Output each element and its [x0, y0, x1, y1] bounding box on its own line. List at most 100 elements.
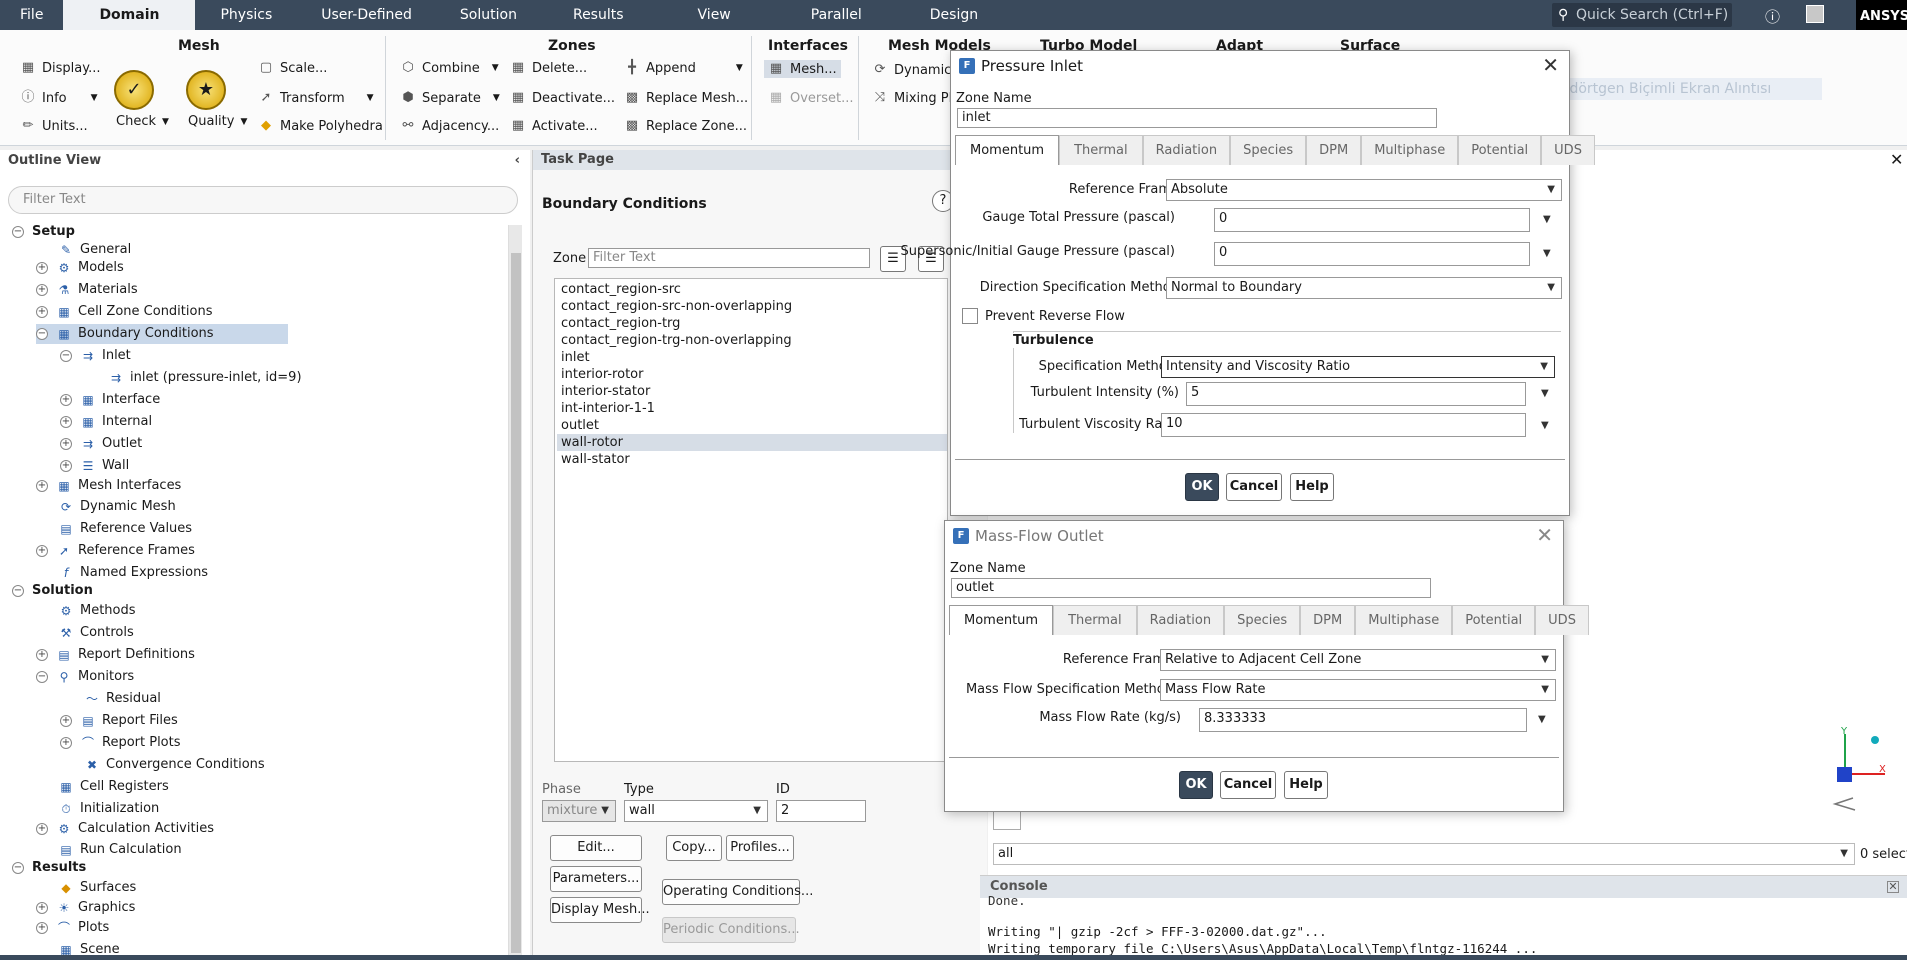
tree-models[interactable]: + ⚙ Models	[36, 258, 124, 278]
tree-inlet-child[interactable]: ⇉ inlet (pressure-inlet, id=9)	[108, 368, 302, 388]
expand-icon[interactable]: +	[36, 306, 48, 318]
replace-mesh-button[interactable]: ▩ Replace Mesh...	[624, 90, 748, 106]
close-icon[interactable]: ✕	[1890, 150, 1903, 169]
list-item[interactable]: contact_region-src	[557, 281, 947, 298]
delete-button[interactable]: ▦ Delete...	[510, 60, 587, 76]
tab-uds[interactable]: UDS	[1535, 605, 1589, 635]
quality-icon[interactable]: ★	[186, 70, 226, 110]
list-item[interactable]: contact_region-trg	[557, 315, 947, 332]
tree-reference-values[interactable]: ▤ Reference Values	[58, 519, 192, 539]
make-polyhedra-button[interactable]: ◆ Make Polyhedra	[258, 118, 383, 134]
scale-button[interactable]: ▢ Scale...	[258, 60, 328, 76]
chevron-down-icon[interactable]: ▼	[1541, 388, 1549, 399]
tab-results[interactable]: Results	[541, 0, 656, 30]
tab-potential[interactable]: Potential	[1452, 605, 1536, 635]
tree-materials[interactable]: + ⚗ Materials	[36, 280, 138, 300]
tree-report-files[interactable]: + ▤ Report Files	[60, 711, 178, 731]
tab-solution[interactable]: Solution	[436, 0, 541, 30]
expand-icon[interactable]: +	[36, 262, 48, 274]
expand-icon[interactable]: +	[36, 545, 48, 557]
tree-dynamic-mesh[interactable]: ⟳ Dynamic Mesh	[58, 497, 176, 517]
reference-frame-select[interactable]: Relative to Adjacent Cell Zone ▼	[1160, 649, 1556, 671]
tab-uds[interactable]: UDS	[1541, 135, 1595, 165]
expand-icon[interactable]: +	[60, 460, 72, 472]
surface-select[interactable]: all ▼	[993, 843, 1855, 865]
list-item[interactable]: int-interior-1-1	[557, 400, 947, 417]
turbulent-viscosity-field[interactable]: 10	[1161, 413, 1526, 437]
cancel-button[interactable]: Cancel	[1220, 771, 1276, 799]
combine-button[interactable]: ⬡ Combine ▼	[400, 60, 498, 76]
close-icon[interactable]: ✕	[1542, 55, 1559, 75]
tree-outlet[interactable]: + ⇉ Outlet	[60, 434, 142, 454]
tab-domain[interactable]: Domain	[63, 0, 196, 30]
tree-interface[interactable]: + ▦ Interface	[60, 390, 160, 410]
tab-species[interactable]: Species	[1224, 605, 1301, 635]
expand-icon[interactable]: +	[36, 284, 48, 296]
interfaces-mesh-button[interactable]: ▦ Mesh...	[764, 60, 841, 78]
tree-cell-registers[interactable]: ▦ Cell Registers	[58, 777, 168, 797]
tree-report-definitions[interactable]: + ▤ Report Definitions	[36, 645, 195, 665]
tab-file[interactable]: File	[0, 0, 63, 30]
close-icon[interactable]: ✕	[1536, 525, 1553, 545]
tree-boundary[interactable]: − ▦ Boundary Conditions	[36, 324, 288, 344]
expand-icon[interactable]: +	[60, 737, 72, 749]
zone-name-field[interactable]: inlet	[957, 108, 1437, 128]
collapse-icon[interactable]: −	[36, 671, 48, 683]
quality-button[interactable]: Quality ▼	[188, 114, 247, 129]
outline-filter-input[interactable]: Filter Text	[8, 186, 518, 214]
list-item[interactable]: contact_region-trg-non-overlapping	[557, 332, 947, 349]
expand-icon[interactable]: +	[36, 902, 48, 914]
parameters-button[interactable]: Parameters...	[550, 866, 642, 892]
list-item[interactable]: outlet	[557, 417, 947, 434]
tree-controls[interactable]: ⚒ Controls	[58, 623, 134, 643]
type-select[interactable]: wall ▼	[624, 800, 768, 822]
append-button[interactable]: ╋ Append ▼	[624, 60, 743, 76]
tab-design[interactable]: Design	[900, 0, 1008, 30]
quick-search[interactable]: ⚲ Quick Search (Ctrl+F)	[1552, 3, 1732, 27]
tab-radiation[interactable]: Radiation	[1136, 605, 1225, 635]
close-icon[interactable]: ✕	[1887, 881, 1899, 893]
tree-general[interactable]: ✎ General	[58, 240, 131, 260]
mass-flow-spec-select[interactable]: Mass Flow Rate ▼	[1160, 679, 1556, 701]
edit-button[interactable]: Edit...	[550, 835, 642, 861]
tab-momentum[interactable]: Momentum	[955, 135, 1060, 165]
turbulent-intensity-field[interactable]: 5	[1186, 382, 1526, 406]
tab-multiphase[interactable]: Multiphase	[1355, 605, 1453, 635]
tab-physics[interactable]: Physics	[195, 0, 297, 30]
tab-thermal[interactable]: Thermal	[1053, 605, 1137, 635]
zone-list[interactable]: contact_region-src contact_region-src-no…	[554, 278, 948, 762]
supersonic-pressure-field[interactable]: 0	[1214, 242, 1530, 266]
tab-parallel[interactable]: Parallel	[773, 0, 900, 30]
mass-flow-rate-field[interactable]: 8.333333	[1199, 708, 1527, 732]
outline-scrollbar[interactable]	[508, 225, 522, 960]
tab-view[interactable]: View	[656, 0, 773, 30]
tree-initialization[interactable]: ⏱ Initialization	[58, 799, 159, 819]
spec-method-select[interactable]: Intensity and Viscosity Ratio ▼	[1161, 356, 1555, 378]
direction-spec-select[interactable]: Normal to Boundary ▼	[1166, 277, 1562, 299]
adjacency-button[interactable]: ⚯ Adjacency...	[400, 118, 500, 134]
tree-named-expressions[interactable]: f Named Expressions	[58, 563, 208, 583]
check-button[interactable]: Check ▼	[116, 114, 169, 129]
tab-thermal[interactable]: Thermal	[1059, 135, 1143, 165]
tab-user-defined[interactable]: User-Defined	[297, 0, 436, 30]
expand-icon[interactable]: +	[36, 480, 48, 492]
gauge-total-pressure-field[interactable]: 0	[1214, 208, 1530, 232]
chevron-down-icon[interactable]: ▼	[1538, 714, 1546, 725]
separate-button[interactable]: ⬢ Separate ▼	[400, 90, 499, 106]
deactivate-button[interactable]: ▦ Deactivate...	[510, 90, 615, 106]
tree-inlet[interactable]: − ⇉ Inlet	[60, 346, 131, 366]
units-button[interactable]: ✏ Units...	[20, 118, 88, 134]
expand-icon[interactable]: +	[60, 394, 72, 406]
cancel-button[interactable]: Cancel	[1226, 473, 1282, 501]
display-button[interactable]: ▦ Display...	[20, 60, 101, 76]
tree-monitors[interactable]: − ⚲ Monitors	[36, 667, 134, 687]
expand-icon[interactable]: +	[60, 438, 72, 450]
chevron-down-icon[interactable]: ▼	[1541, 420, 1549, 431]
expand-icon[interactable]: +	[36, 922, 48, 934]
tree-reference-frames[interactable]: + ➚ Reference Frames	[36, 541, 195, 561]
overset-button[interactable]: ▦ Overset...	[768, 90, 854, 106]
tab-dpm[interactable]: DPM	[1300, 605, 1356, 635]
transform-button[interactable]: ➚ Transform ▼	[258, 90, 374, 106]
help-icon[interactable]: ⓘ	[1765, 6, 1780, 27]
list-item[interactable]: inlet	[557, 349, 947, 366]
